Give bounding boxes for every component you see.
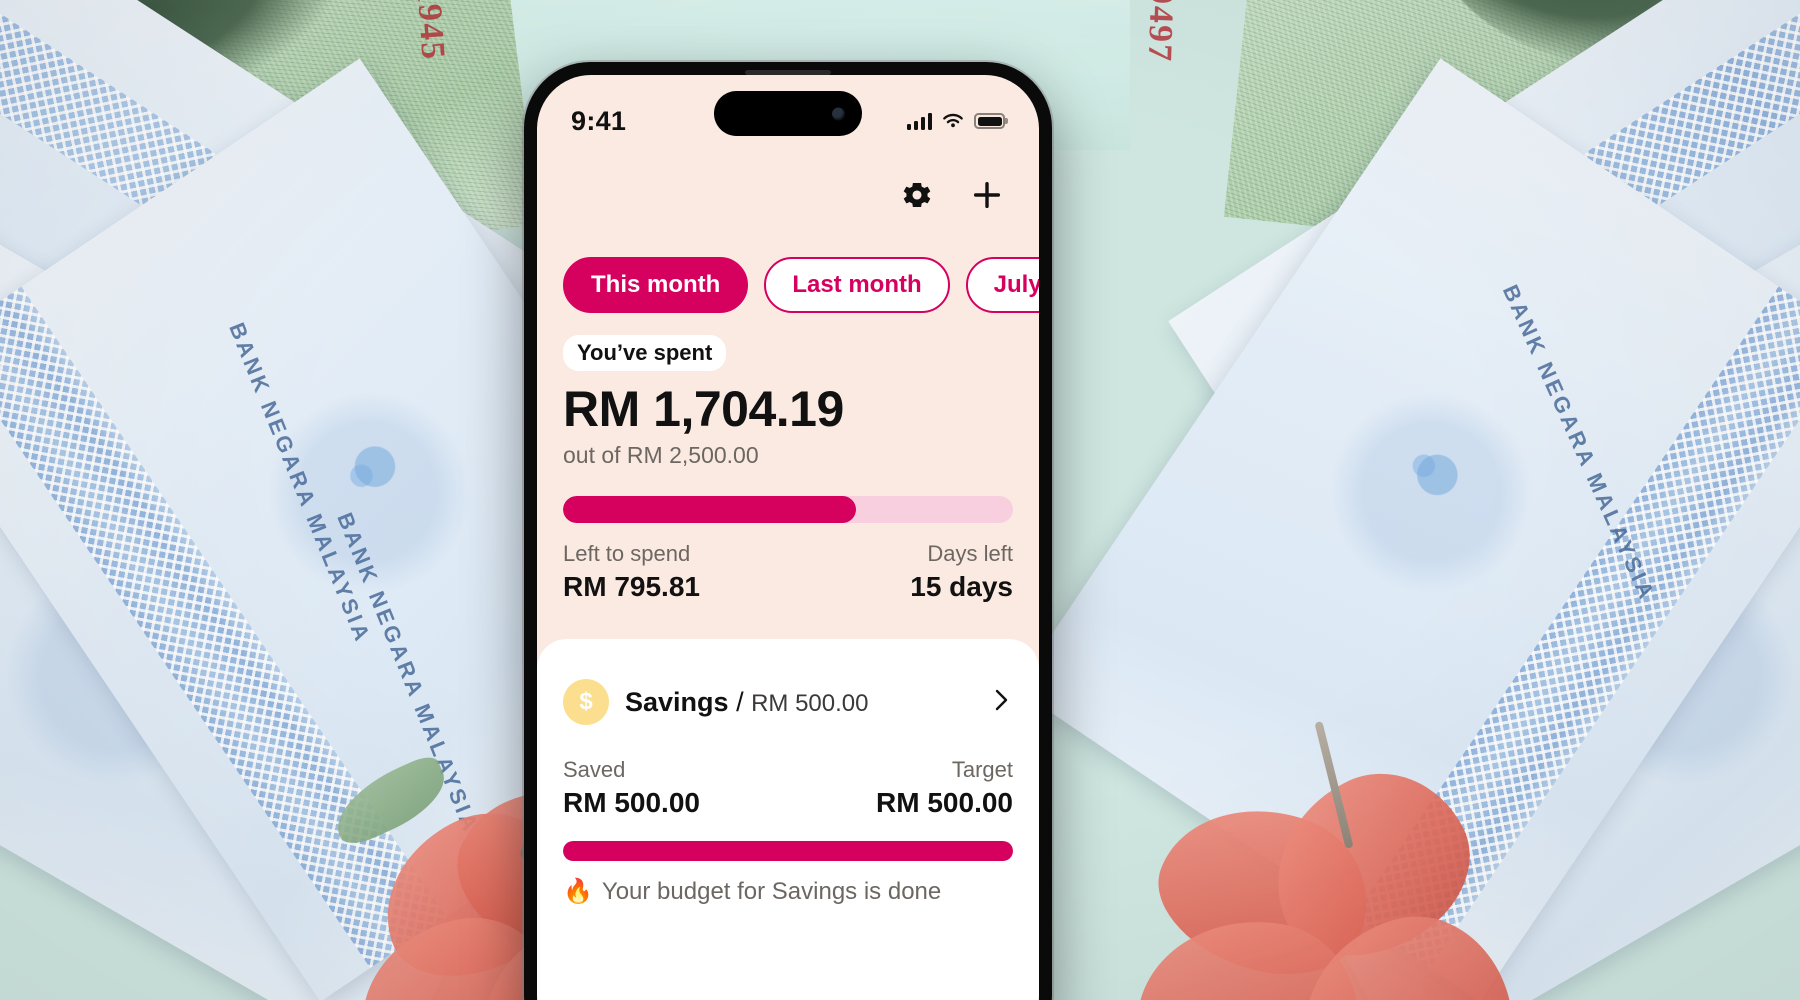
period-tab-bar[interactable]: This month Last month July June: [537, 223, 1039, 313]
hibiscus-flower: [1120, 720, 1540, 1000]
left-to-spend-value: RM 795.81: [563, 571, 700, 602]
savings-progress-fill: [563, 841, 1013, 861]
wifi-icon: [943, 113, 963, 128]
chevron-right-icon[interactable]: [989, 685, 1013, 720]
dynamic-island: [714, 91, 862, 136]
target-block: Target RM 500.00: [876, 757, 1013, 819]
phone-screen: 9:41 This month Last month July You’ve s…: [537, 75, 1039, 1000]
days-left-label: Days left: [927, 541, 1013, 566]
signal-bars-icon: [906, 112, 932, 130]
savings-title-amount: RM 500.00: [751, 689, 869, 717]
spending-summary: You’ve spent RM 1,704.19 out of RM 2,500…: [537, 313, 1039, 603]
phone-frame: 9:41 This month Last month July You’ve s…: [522, 60, 1054, 1000]
days-left-block: Days left 15 days: [910, 541, 1013, 603]
savings-footer-text: Your budget for Savings is done: [601, 877, 942, 905]
left-to-spend-block: Left to spend RM 795.81: [563, 541, 700, 603]
saved-label: Saved: [563, 757, 626, 782]
dollar-icon: $: [563, 679, 609, 725]
note-serial-left: 1945: [409, 0, 452, 63]
budget-total-line: out of RM 2,500.00: [563, 442, 759, 468]
gear-icon[interactable]: [897, 175, 937, 215]
status-bar: 9:41: [537, 75, 1039, 149]
tab-this-month[interactable]: This month: [563, 257, 749, 313]
days-left-value: 15 days: [910, 571, 1013, 602]
app-bar: [537, 149, 1039, 223]
savings-card: $ Savings / RM 500.00 Saved RM 500.00 Ta…: [537, 639, 1039, 1000]
target-value: RM 500.00: [876, 787, 1013, 818]
savings-header-row[interactable]: $ Savings / RM 500.00: [563, 679, 1013, 725]
savings-title: Savings / RM 500.00: [625, 687, 869, 718]
budget-progress-bar: [563, 496, 1013, 523]
target-label: Target: [951, 757, 1013, 782]
saved-value: RM 500.00: [563, 787, 700, 818]
budget-progress-fill: [563, 496, 856, 523]
status-bar-indicators: [906, 112, 1005, 130]
savings-footer-note: 🔥 Your budget for Savings is done: [563, 877, 1013, 906]
battery-full-icon: [974, 113, 1005, 129]
plus-icon[interactable]: [967, 175, 1007, 215]
savings-title-text: Savings: [625, 686, 729, 717]
left-to-spend-label: Left to spend: [563, 541, 691, 566]
fire-icon: 🔥: [563, 878, 593, 905]
front-camera-lens: [832, 107, 845, 120]
budget-stats-row: Left to spend RM 795.81 Days left 15 day…: [563, 541, 1013, 603]
tab-july[interactable]: July: [965, 257, 1039, 313]
savings-progress-bar: [563, 841, 1013, 861]
spent-amount: RM 1,704.19: [563, 381, 844, 437]
spent-chip-label: You’ve spent: [563, 335, 727, 371]
savings-title-separator: /: [736, 686, 744, 717]
note-serial-right: 0497: [1140, 0, 1181, 64]
savings-stats-row: Saved RM 500.00 Target RM 500.00: [563, 757, 1013, 819]
saved-block: Saved RM 500.00: [563, 757, 700, 819]
status-bar-clock: 9:41: [571, 105, 627, 136]
tab-last-month[interactable]: Last month: [764, 257, 950, 313]
